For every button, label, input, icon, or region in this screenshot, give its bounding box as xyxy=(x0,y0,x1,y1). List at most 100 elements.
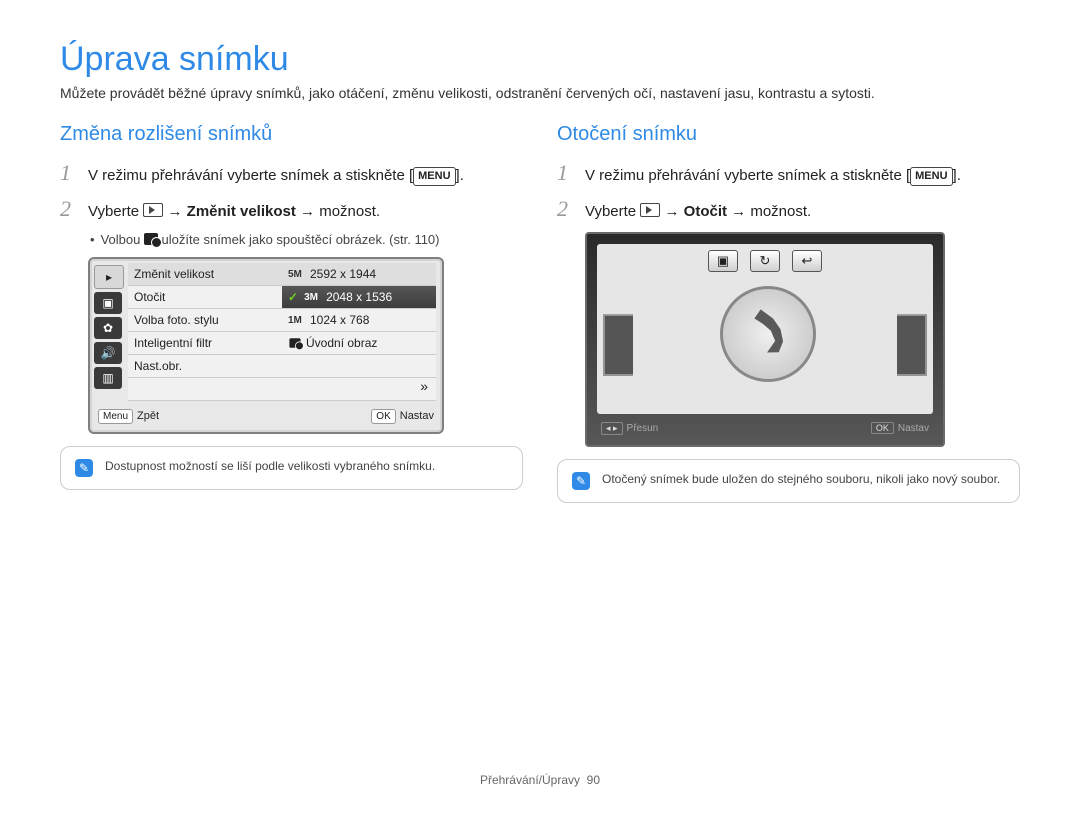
option-label: 2592 x 1944 xyxy=(310,267,376,281)
sidebar-play-icon: ▸ xyxy=(94,265,124,289)
step-text: V režimu přehrávání vyberte snímek a sti… xyxy=(88,165,523,186)
step-text: V režimu přehrávání vyberte snímek a sti… xyxy=(585,165,1020,186)
t: Vyberte xyxy=(88,203,143,220)
sidebar-sound-icon: 🔊 xyxy=(94,342,122,364)
option-row-selected: ✓ 3M 2048 x 1536 xyxy=(282,286,436,309)
menu-spacer xyxy=(282,355,436,378)
startup-image-icon xyxy=(289,339,300,349)
play-mode-icon xyxy=(640,203,660,217)
option-label: 2048 x 1536 xyxy=(326,290,392,304)
step-text: Vyberte → Změnit velikost → možnost. xyxy=(88,201,523,222)
t: možnost. xyxy=(746,203,811,220)
right-heading: Otočení snímku xyxy=(557,123,1020,146)
nav-arrows-icon: ◂ ▸ xyxy=(601,422,623,435)
check-icon: ✓ xyxy=(288,290,298,304)
sidebar-display-icon: ▥ xyxy=(94,367,122,389)
step-number: 1 xyxy=(60,160,78,186)
right-note: ✎ Otočený snímek bude uložen do stejného… xyxy=(557,459,1020,503)
t: Přesun xyxy=(627,423,659,434)
footer-left: MenuZpět xyxy=(98,409,159,424)
sidebar-settings-icon: ✿ xyxy=(94,317,122,339)
arrow-icon: → xyxy=(167,203,182,220)
option-label: Úvodní obraz xyxy=(306,336,377,350)
intro-text: Můžete provádět běžné úpravy snímků, jak… xyxy=(60,85,1020,101)
right-column: Otočení snímku 1 V režimu přehrávání vyb… xyxy=(557,123,1020,503)
t: ]. xyxy=(456,167,464,184)
arrow-icon: → xyxy=(731,203,746,220)
ok-button: OK xyxy=(371,409,395,424)
note-text: Otočený snímek bude uložen do stejného s… xyxy=(602,472,1000,486)
rotate-toolbar: ▣ ↻ ↩ xyxy=(597,250,933,272)
rotate-left-icon: ↩ xyxy=(792,250,822,272)
rotate-inner: ▣ ↻ ↩ xyxy=(597,244,933,414)
left-note: ✎ Dostupnost možností se liší podle veli… xyxy=(60,446,523,490)
menu-more-icon: » xyxy=(282,378,436,401)
menu-button-label: MENU xyxy=(910,167,952,186)
option-label: 1024 x 768 xyxy=(310,313,369,327)
t: ]. xyxy=(953,167,961,184)
footer-page-number: 90 xyxy=(587,773,600,787)
rotate-dial-icon xyxy=(720,286,816,382)
rotate-thumb-right xyxy=(867,314,927,376)
option-row: 1M 1024 x 768 xyxy=(282,309,436,332)
option-row: Úvodní obraz xyxy=(282,332,436,355)
res-icon: 1M xyxy=(288,315,306,326)
step-number: 2 xyxy=(60,196,78,222)
note-icon: ✎ xyxy=(75,459,93,477)
columns: Změna rozlišení snímků 1 V režimu přehrá… xyxy=(60,123,1020,503)
arrow-icon: → xyxy=(664,203,679,220)
step-number: 2 xyxy=(557,196,575,222)
rotate-reset-icon: ▣ xyxy=(708,250,738,272)
camera-lists: Změnit velikost Otočit Volba foto. stylu… xyxy=(128,263,436,401)
t: Nastav xyxy=(400,410,434,422)
bold: Otočit xyxy=(679,203,731,220)
camera-sidebar: ▸ ▣ ✿ 🔊 ▥ xyxy=(94,263,126,401)
startup-image-icon xyxy=(144,233,158,245)
rotate-right-icon: ↻ xyxy=(750,250,780,272)
bold: Změnit velikost xyxy=(182,203,300,220)
options-list: 5M 2592 x 1944 ✓ 3M 2048 x 1536 1M 1024 … xyxy=(282,263,436,401)
t: V režimu přehrávání vyberte snímek a sti… xyxy=(88,167,413,184)
t: Nastav xyxy=(898,423,929,434)
menu-item: Inteligentní filtr xyxy=(128,332,282,355)
t: možnost. xyxy=(315,203,380,220)
menu-back-button: Menu xyxy=(98,409,133,424)
left-subbullet: • Volbou uložíte snímek jako spouštěcí ob… xyxy=(90,232,523,247)
note-text: Dostupnost možností se liší podle veliko… xyxy=(105,459,435,473)
res-icon: 3M xyxy=(304,292,322,303)
t: Vyberte xyxy=(585,203,640,220)
manual-page: Úprava snímku Můžete provádět běžné úpra… xyxy=(0,0,1080,815)
footer-section: Přehrávání/Úpravy xyxy=(480,773,580,787)
rotate-footer: ◂ ▸ Přesun OK Nastav xyxy=(597,422,933,435)
res-icon: 5M xyxy=(288,269,306,280)
camera-menu-body: ▸ ▣ ✿ 🔊 ▥ Změnit velikost Otočit Volba f… xyxy=(90,259,442,401)
sidebar-multiplay-icon: ▣ xyxy=(94,292,122,314)
left-step-2: 2 Vyberte → Změnit velikost → možnost. xyxy=(60,196,523,222)
t: uložíte snímek jako spouštěcí obrázek. (… xyxy=(158,232,440,247)
footer-left: ◂ ▸ Přesun xyxy=(601,422,658,435)
menu-button-label: MENU xyxy=(413,167,455,186)
camera-menu-illustration: ▸ ▣ ✿ 🔊 ▥ Změnit velikost Otočit Volba f… xyxy=(88,257,444,434)
rotate-illustration: ▣ ↻ ↩ ◂ ▸ Přesun OK Nastav xyxy=(585,232,945,447)
arrow-icon: → xyxy=(300,203,315,220)
rotate-thumb-left xyxy=(603,314,663,376)
step-text: Vyberte → Otočit → možnost. xyxy=(585,201,1020,222)
menu-spacer xyxy=(128,378,282,401)
left-heading: Změna rozlišení snímků xyxy=(60,123,523,146)
bullet-icon: • xyxy=(90,232,95,247)
option-row: 5M 2592 x 1944 xyxy=(282,263,436,286)
menu-list: Změnit velikost Otočit Volba foto. stylu… xyxy=(128,263,282,401)
ok-button: OK xyxy=(871,422,894,434)
play-mode-icon xyxy=(143,203,163,217)
note-icon: ✎ xyxy=(572,472,590,490)
right-step-1: 1 V režimu přehrávání vyberte snímek a s… xyxy=(557,160,1020,186)
menu-item: Nast.obr. xyxy=(128,355,282,378)
t: Volbou xyxy=(101,232,144,247)
right-step-2: 2 Vyberte → Otočit → možnost. xyxy=(557,196,1020,222)
camera-menu-footer: MenuZpět OK Nastav xyxy=(90,401,442,432)
menu-item: Otočit xyxy=(128,286,282,309)
page-title: Úprava snímku xyxy=(60,40,1020,79)
menu-item: Volba foto. stylu xyxy=(128,309,282,332)
page-footer: Přehrávání/Úpravy 90 xyxy=(0,773,1080,787)
footer-right: OK Nastav xyxy=(371,409,434,424)
